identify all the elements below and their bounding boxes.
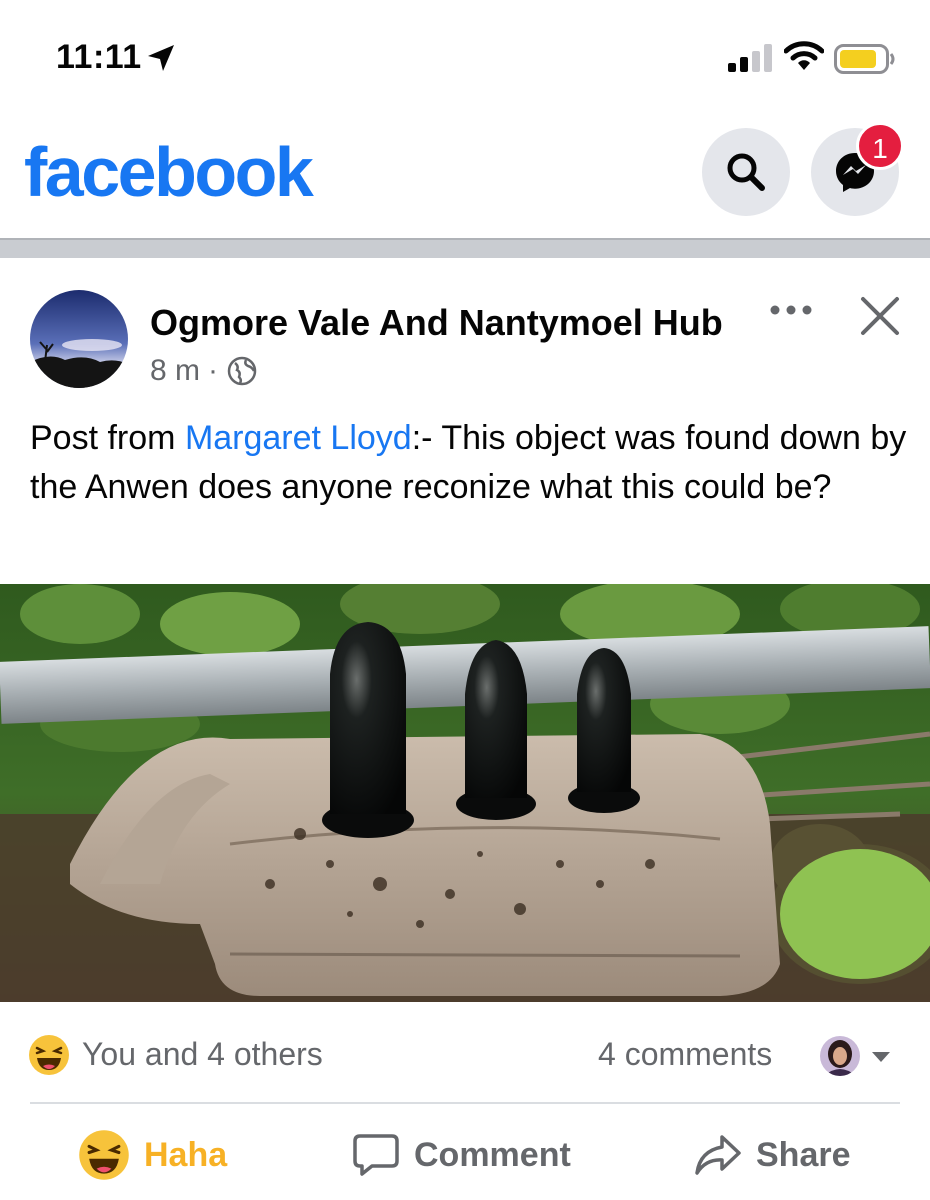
comment-button[interactable]: Comment [352, 1120, 571, 1190]
post-meta: 8 m · [150, 354, 258, 388]
wifi-icon [784, 41, 824, 70]
search-button[interactable] [702, 128, 790, 216]
comment-icon [353, 1134, 399, 1176]
commenter-avatar[interactable] [820, 1036, 860, 1076]
location-arrow-icon [148, 45, 174, 71]
haha-label: Haha [144, 1135, 228, 1174]
page-avatar[interactable] [30, 290, 128, 388]
status-bar: 11:11 [0, 0, 930, 110]
notification-badge: 1 [856, 122, 904, 170]
avatar-image [30, 290, 128, 388]
action-divider [30, 1102, 900, 1104]
post-text: Post from Margaret Lloyd:- This object w… [30, 414, 910, 512]
app-header: facebook [0, 110, 930, 238]
facebook-logo[interactable]: facebook [24, 132, 314, 212]
comment-label: Comment [414, 1135, 571, 1174]
black-objects [322, 622, 640, 838]
haha-emoji-icon [29, 1035, 69, 1075]
reactions-summary[interactable]: You and 4 others 4 comments [0, 1020, 930, 1090]
commenter-avatar-image [820, 1036, 860, 1076]
meta-separator: · [208, 354, 219, 387]
post-text-prefix: Post from [30, 419, 185, 457]
chevron-down-icon[interactable] [870, 1050, 892, 1064]
share-button[interactable]: Share [694, 1120, 851, 1190]
status-time: 11:11 [56, 38, 142, 76]
feed-divider [0, 238, 930, 258]
battery-icon [834, 44, 895, 74]
close-icon[interactable] [858, 294, 902, 338]
mention-link[interactable]: Margaret Lloyd [185, 419, 412, 457]
haha-emoji-icon [79, 1130, 129, 1180]
share-icon [695, 1135, 741, 1175]
post-time[interactable]: 8 m [150, 354, 200, 388]
action-bar: Haha Comment Share [0, 1110, 930, 1200]
post-author[interactable]: Ogmore Vale And Nantymoel Hub [150, 302, 723, 344]
photo-image [0, 584, 930, 1002]
cellular-signal-icon [728, 44, 772, 72]
globe-icon [227, 356, 257, 386]
search-icon [727, 153, 765, 191]
more-options-icon[interactable] [766, 296, 816, 330]
reaction-summary-text[interactable]: You and 4 others [82, 1036, 323, 1073]
post-photo[interactable] [0, 584, 930, 1002]
share-label: Share [756, 1135, 851, 1174]
comments-count[interactable]: 4 comments [598, 1036, 772, 1073]
haha-reaction-button[interactable]: Haha [78, 1120, 227, 1190]
